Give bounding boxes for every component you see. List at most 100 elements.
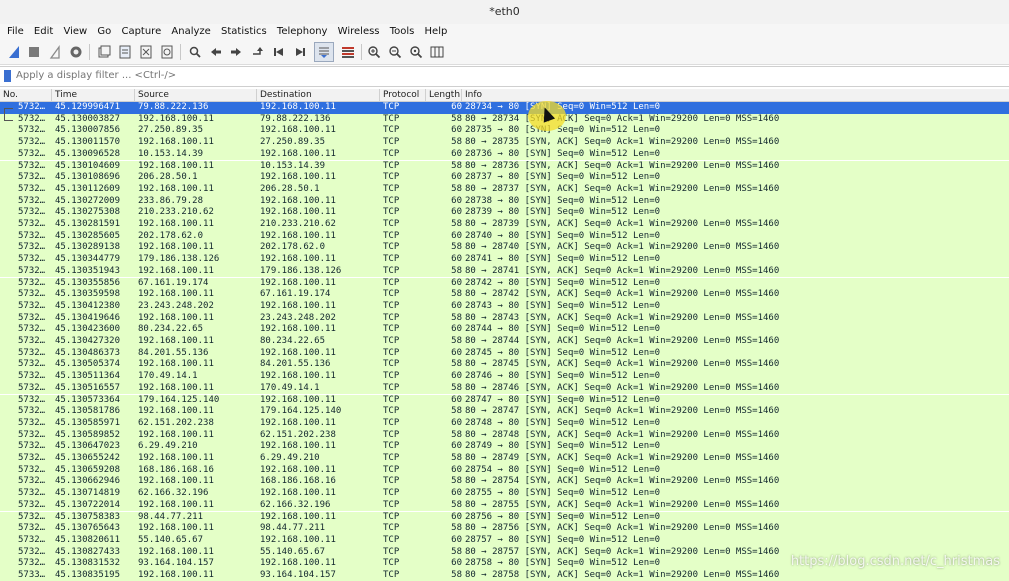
packet-protocol: TCP	[383, 300, 400, 311]
resize-columns-icon[interactable]	[428, 43, 446, 61]
column-header-time[interactable]: Time	[51, 89, 135, 101]
packet-protocol: TCP	[383, 464, 400, 475]
packet-number: 5732…	[18, 324, 46, 335]
packet-row[interactable]: 5732… 45.130108696 206.28.50.1 192.168.100.…	[0, 172, 1009, 184]
packet-info: 80 → 28740 [SYN, ACK] Seq=0 Ack=1 Win=29…	[465, 242, 780, 253]
go-back-icon[interactable]	[207, 43, 225, 61]
packet-destination: 192.168.100.11	[260, 195, 336, 206]
packet-row[interactable]: 5732… 45.130585971 62.151.202.238 192.168.1…	[0, 417, 1009, 430]
menu-go[interactable]: Go	[97, 24, 111, 40]
go-forward-icon[interactable]	[227, 43, 245, 61]
last-packet-icon[interactable]	[291, 43, 309, 61]
packet-row[interactable]: 5732… 45.130655242 192.168.100.11 6.29.49.2…	[0, 453, 1009, 465]
packet-protocol: TCP	[383, 207, 400, 218]
column-header-length[interactable]: Length	[425, 89, 463, 101]
packet-row[interactable]: 5732… 45.130344779 179.186.138.126 192.168.…	[0, 254, 1009, 266]
close-file-icon[interactable]	[137, 43, 155, 61]
packet-length: 60	[451, 300, 462, 311]
column-header-info[interactable]: Info	[461, 89, 1005, 101]
stop-capture-icon[interactable]	[25, 43, 43, 61]
packet-row[interactable]: 5732… 45.130007856 27.250.89.35 192.168.100…	[0, 125, 1009, 138]
display-filter-input[interactable]	[16, 68, 996, 83]
packet-row[interactable]: 5732… 45.130659208 168.186.168.16 192.168.1…	[0, 464, 1009, 477]
capture-options-icon[interactable]	[67, 43, 85, 61]
menu-analyze[interactable]: Analyze	[171, 24, 210, 40]
menu-file[interactable]: File	[7, 24, 24, 40]
packet-row[interactable]: 5732… 45.130647023 6.29.49.210 192.168.100.…	[0, 441, 1009, 453]
window-title: *eth0	[489, 5, 520, 18]
packet-row[interactable]: 5732… 45.130275308 210.233.210.62 192.168.1…	[0, 207, 1009, 219]
packet-row[interactable]: 5732… 45.130412380 23.243.248.202 192.168.1…	[0, 300, 1009, 313]
menu-statistics[interactable]: Statistics	[221, 24, 267, 40]
packet-list[interactable]: 5732… 45.129996471 79.88.222.136 192.168.10…	[0, 102, 1009, 581]
packet-row[interactable]: 5732… 45.130765643 192.168.100.11 98.44.77.…	[0, 523, 1009, 535]
go-to-packet-icon[interactable]	[249, 43, 267, 61]
packet-source: 233.86.79.28	[138, 195, 204, 206]
packet-row[interactable]: 5732… 45.130722014 192.168.100.11 62.166.32…	[0, 499, 1009, 512]
menu-tools[interactable]: Tools	[390, 24, 415, 40]
packet-row[interactable]: 5732… 45.130011570 192.168.100.11 27.250.89…	[0, 137, 1009, 149]
packet-destination: 79.88.222.136	[260, 113, 331, 124]
packet-row[interactable]: 5733… 45.130835195 192.168.100.11 93.164.10…	[0, 570, 1009, 581]
packet-row[interactable]: 5732… 45.129996471 79.88.222.136 192.168.10…	[0, 102, 1009, 115]
packet-row[interactable]: 5732… 45.130351943 192.168.100.11 179.186.1…	[0, 265, 1009, 278]
reload-file-icon[interactable]	[158, 43, 176, 61]
menu-telephony[interactable]: Telephony	[277, 24, 328, 40]
packet-row[interactable]: 5732… 45.130112609 192.168.100.11 206.28.50…	[0, 183, 1009, 196]
packet-row[interactable]: 5732… 45.130355856 67.161.19.174 192.168.10…	[0, 277, 1009, 290]
packet-info: 28757 → 80 [SYN] Seq=0 Win=512 Len=0	[465, 534, 661, 545]
packet-row[interactable]: 5732… 45.130359598 192.168.100.11 67.161.19…	[0, 289, 1009, 301]
menu-edit[interactable]: Edit	[34, 24, 53, 40]
packet-row[interactable]: 5732… 45.130272009 233.86.79.28 192.168.100…	[0, 195, 1009, 208]
auto-scroll-icon[interactable]	[314, 42, 334, 62]
open-file-icon[interactable]	[95, 43, 113, 61]
column-header-source[interactable]: Source	[134, 89, 258, 101]
packet-time: 45.130272009	[55, 195, 121, 206]
packet-row[interactable]: 5732… 45.130289138 192.168.100.11 202.178.6…	[0, 242, 1009, 255]
zoom-reset-icon[interactable]	[407, 43, 425, 61]
packet-info: 28747 → 80 [SYN] Seq=0 Win=512 Len=0	[465, 394, 661, 405]
menu-help[interactable]: Help	[425, 24, 448, 40]
packet-list-header: No. Time Source Destination Protocol Len…	[0, 89, 1009, 102]
packet-row[interactable]: 5732… 45.130714819 62.166.32.196 192.168.10…	[0, 488, 1009, 500]
column-header-protocol[interactable]: Protocol	[379, 89, 427, 101]
packet-row[interactable]: 5732… 45.130820611 55.140.65.67 192.168.100…	[0, 534, 1009, 547]
bookmark-icon[interactable]	[4, 70, 11, 82]
packet-row[interactable]: 5732… 45.130516557 192.168.100.11 170.49.14…	[0, 382, 1009, 395]
packet-row[interactable]: 5732… 45.130505374 192.168.100.11 84.201.55…	[0, 359, 1009, 372]
packet-row[interactable]: 5732… 45.130427320 192.168.100.11 80.234.22…	[0, 336, 1009, 348]
packet-row[interactable]: 5732… 45.130096528 10.153.14.39 192.168.100…	[0, 148, 1009, 161]
save-file-icon[interactable]	[116, 43, 134, 61]
find-packet-icon[interactable]	[186, 43, 204, 61]
restart-capture-icon[interactable]	[46, 43, 64, 61]
packet-row[interactable]: 5732… 45.130486373 84.201.55.136 192.168.10…	[0, 347, 1009, 360]
toolbar-separator	[361, 44, 362, 60]
packet-row[interactable]: 5732… 45.130285605 202.178.62.0 192.168.100…	[0, 230, 1009, 243]
colorize-icon[interactable]	[339, 43, 357, 61]
packet-row[interactable]: 5732… 45.130423600 80.234.22.65 192.168.100…	[0, 324, 1009, 336]
packet-row[interactable]: 5732… 45.130419646 192.168.100.11 23.243.24…	[0, 312, 1009, 325]
menu-wireless[interactable]: Wireless	[338, 24, 380, 40]
packet-length: 58	[451, 219, 462, 229]
packet-row[interactable]: 5732… 45.130281591 192.168.100.11 210.233.2…	[0, 219, 1009, 231]
packet-row[interactable]: 5732… 45.130573364 179.164.125.140 192.168.…	[0, 394, 1009, 407]
packet-row[interactable]: 5732… 45.130104609 192.168.100.11 10.153.14…	[0, 160, 1009, 173]
zoom-out-icon[interactable]	[386, 43, 404, 61]
menu-capture[interactable]: Capture	[121, 24, 161, 40]
column-header-no[interactable]: No.	[0, 89, 53, 101]
packet-destination: 192.168.100.11	[260, 441, 336, 452]
packet-row[interactable]: 5732… 45.130758383 98.44.77.211 192.168.100…	[0, 511, 1009, 524]
packet-row[interactable]: 5732… 45.130662946 192.168.100.11 168.186.1…	[0, 476, 1009, 489]
menu-view[interactable]: View	[63, 24, 87, 40]
packet-row[interactable]: 5732… 45.130511364 170.49.14.1 192.168.100.…	[0, 371, 1009, 383]
column-header-destination[interactable]: Destination	[256, 89, 382, 101]
packet-time: 45.130662946	[55, 476, 121, 487]
first-packet-icon[interactable]	[270, 43, 288, 61]
packet-row[interactable]: 5732… 45.130003827 192.168.100.11 79.88.222…	[0, 113, 1009, 126]
packet-number: 5732…	[18, 464, 46, 475]
packet-row[interactable]: 5732… 45.130589852 192.168.100.11 62.151.20…	[0, 429, 1009, 442]
start-capture-icon[interactable]	[5, 43, 23, 61]
packet-length: 58	[451, 476, 462, 487]
zoom-in-icon[interactable]	[365, 43, 383, 61]
packet-row[interactable]: 5732… 45.130581786 192.168.100.11 179.164.1…	[0, 406, 1009, 418]
